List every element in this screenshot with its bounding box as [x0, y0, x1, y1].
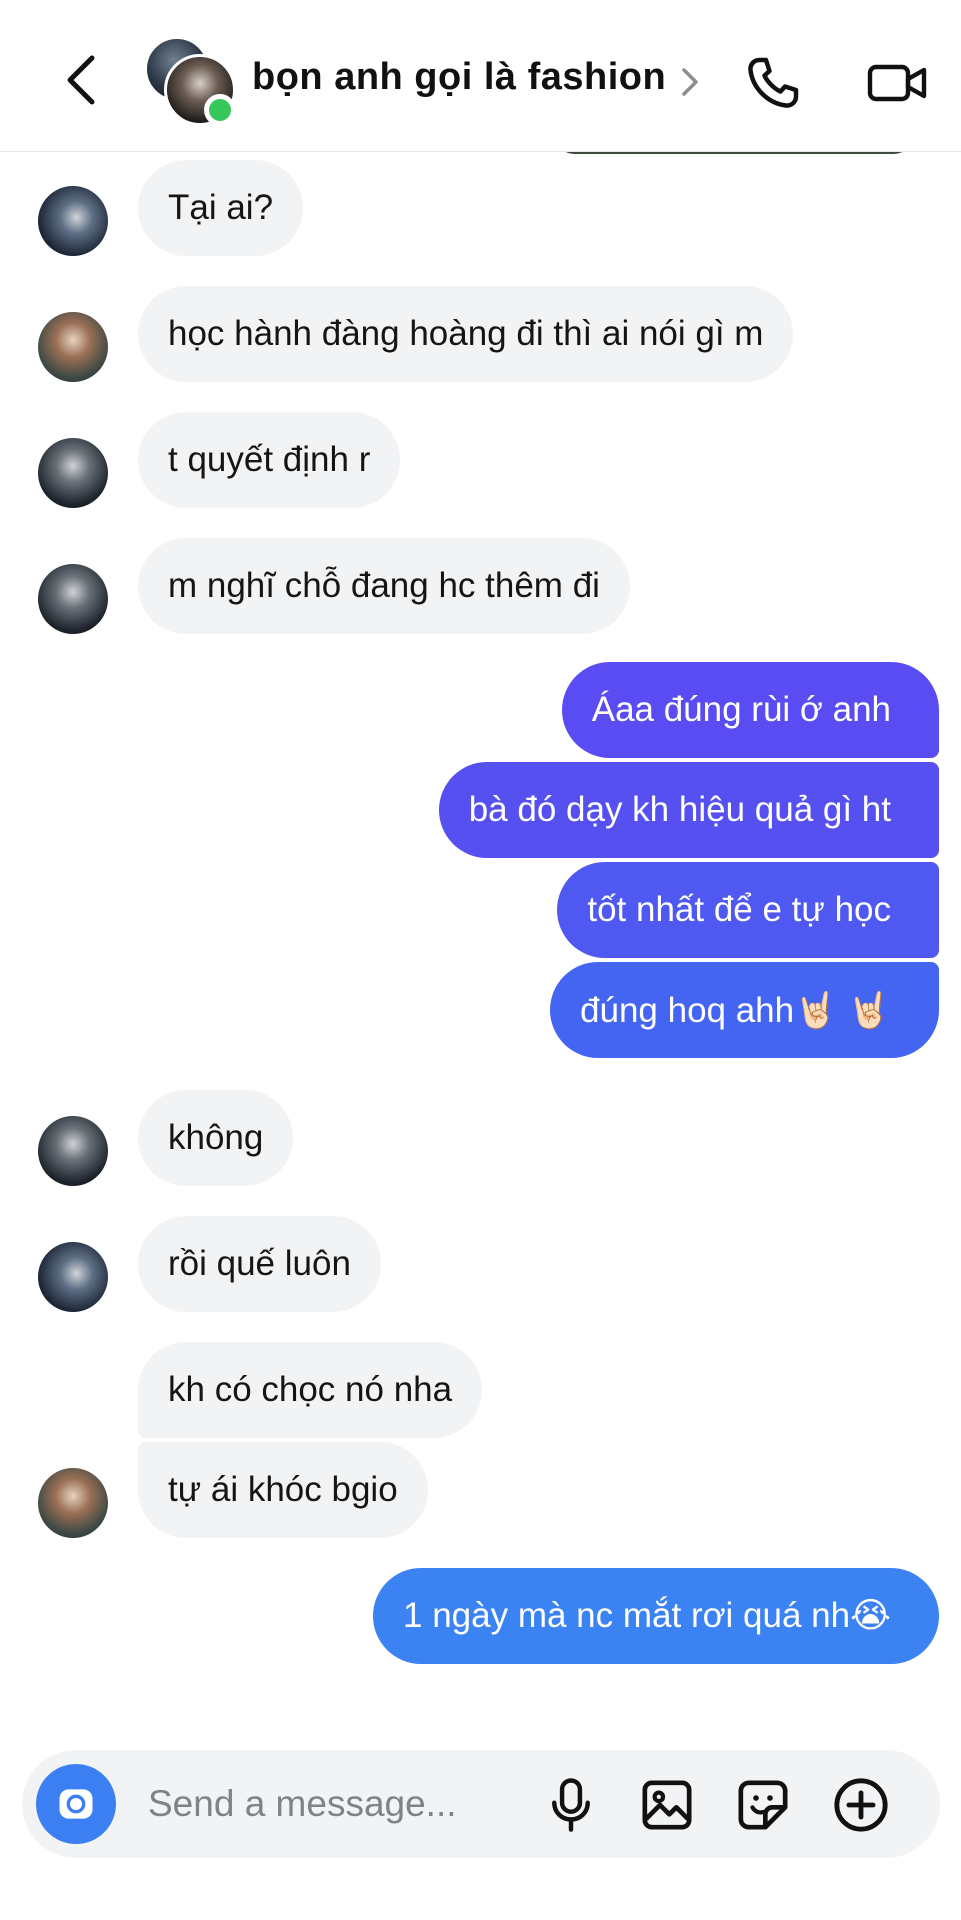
outgoing-message-bubble[interactable]: tốt nhất để e tự học — [557, 862, 939, 958]
incoming-message-bubble[interactable]: m nghĩ chỗ đang hc thêm đi — [138, 538, 630, 634]
camera-icon — [59, 1789, 93, 1819]
microphone-icon — [552, 1778, 590, 1832]
sender-avatar[interactable] — [38, 564, 108, 634]
more-options-button[interactable] — [832, 1776, 890, 1834]
group-avatar[interactable] — [144, 36, 236, 128]
incoming-message-bubble[interactable]: tự ái khóc bgio — [138, 1442, 428, 1538]
outgoing-message-bubble[interactable]: 1 ngày mà nc mắt rơi quá nh😭 — [373, 1568, 939, 1664]
voice-call-button[interactable] — [738, 48, 808, 118]
online-indicator — [204, 94, 236, 126]
gallery-button[interactable] — [638, 1776, 696, 1834]
outgoing-message-bubble[interactable]: Áaa đúng rùi ớ anh — [561, 662, 939, 758]
incoming-message-bubble[interactable]: Tại ai? — [138, 160, 304, 256]
chevron-right-icon[interactable] — [676, 62, 704, 102]
sender-avatar[interactable] — [38, 1242, 108, 1312]
sender-avatar[interactable] — [38, 1116, 108, 1186]
back-arrow-icon — [67, 55, 95, 105]
sticker-button[interactable] — [734, 1776, 792, 1834]
outgoing-message-bubble[interactable]: bà đó dạy kh hiệu quả gì ht — [438, 762, 939, 858]
incoming-message-bubble[interactable]: không — [138, 1090, 294, 1186]
plus-circle-icon — [834, 1778, 888, 1832]
sender-avatar[interactable] — [38, 438, 108, 508]
incoming-message-bubble[interactable]: kh có chọc nó nha — [138, 1342, 483, 1438]
message-composer — [22, 1750, 940, 1858]
sender-avatar[interactable] — [38, 186, 108, 256]
incoming-message-bubble[interactable]: rồi quế luôn — [138, 1216, 381, 1312]
phone-icon — [748, 57, 799, 108]
incoming-message-bubble[interactable]: học hành đàng hoàng đi thì ai nói gì m — [138, 286, 794, 382]
back-button[interactable] — [50, 50, 110, 110]
sticker-icon — [738, 1780, 788, 1830]
image-icon — [642, 1780, 692, 1830]
video-call-button[interactable] — [860, 48, 936, 118]
sender-avatar[interactable] — [38, 312, 108, 382]
sender-avatar[interactable] — [38, 1468, 108, 1538]
outgoing-message-bubble[interactable]: đúng hoq ahh🤘🏻 🤘🏻 — [550, 962, 939, 1058]
incoming-message-bubble[interactable]: t quyết định r — [138, 412, 401, 508]
chat-title[interactable]: bọn anh gọi là fashion — [252, 56, 666, 99]
video-camera-icon — [867, 64, 927, 102]
message-input[interactable] — [148, 1774, 548, 1834]
camera-button[interactable] — [36, 1764, 116, 1844]
voice-message-button[interactable] — [542, 1776, 600, 1834]
chat-header: bọn anh gọi là fashion — [0, 0, 961, 152]
